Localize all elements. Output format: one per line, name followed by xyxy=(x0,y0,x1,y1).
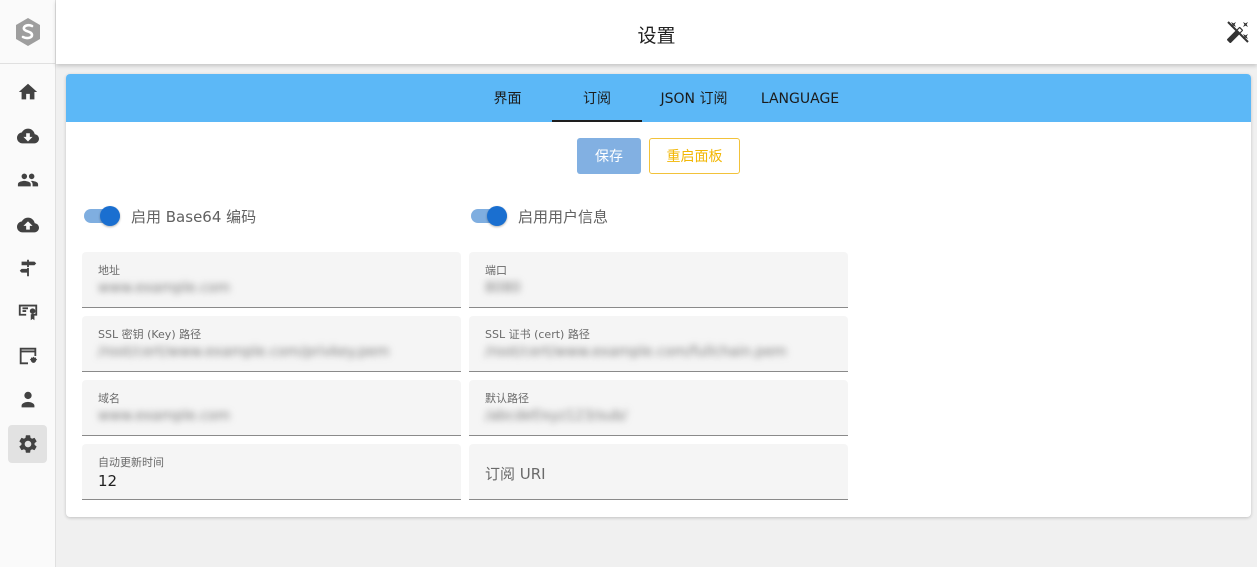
nav-item-admin[interactable] xyxy=(8,381,47,419)
app-logo-icon[interactable] xyxy=(14,17,42,47)
subscription-uri-placeholder: 订阅 URI xyxy=(485,465,546,483)
save-button[interactable]: 保存 xyxy=(577,138,641,174)
nav-item-outbounds[interactable] xyxy=(8,206,47,244)
ssl-cert-path-value: /root/cert/www.example.com/fullchain.pem xyxy=(485,344,787,360)
domain-field[interactable]: 域名 www.example.com xyxy=(82,380,461,436)
base64-switch-label: 启用 Base64 编码 xyxy=(131,207,257,226)
tab-subscription[interactable]: 订阅 xyxy=(552,74,642,122)
admin-icon xyxy=(21,391,34,408)
update-interval-label: 自动更新时间 xyxy=(98,456,164,469)
nav-item-inbounds[interactable] xyxy=(8,117,47,155)
address-label: 地址 xyxy=(98,264,120,277)
nav-item-users[interactable] xyxy=(8,161,47,199)
port-field[interactable]: 端口 8080 xyxy=(469,252,848,308)
subscription-uri-field[interactable]: 订阅 URI xyxy=(469,444,848,500)
top-app-bar: 设置 xyxy=(56,0,1257,64)
domain-label: 域名 xyxy=(98,392,120,405)
sidebar xyxy=(0,0,56,567)
user-info-switch[interactable] xyxy=(469,204,509,228)
address-field[interactable]: 地址 www.example.com xyxy=(82,252,461,308)
settings-tabs: 界面 订阅 JSON 订阅 LANGUAGE xyxy=(66,74,1251,122)
ssl-key-path-value: /root/cert/www.example.com/privkey.pem xyxy=(98,344,390,360)
port-value: 8080 xyxy=(485,280,521,296)
theme-toggle-icon xyxy=(1226,21,1249,44)
address-value: www.example.com xyxy=(98,280,231,296)
nav-item-home[interactable] xyxy=(8,73,47,111)
base64-switch[interactable] xyxy=(82,204,122,228)
ssl-cert-path-field[interactable]: SSL 证书 (cert) 路径 /root/cert/www.example.… xyxy=(469,316,848,372)
switch-thumb xyxy=(100,206,120,226)
certificate-icon xyxy=(18,304,37,321)
tab-language[interactable]: LANGUAGE xyxy=(754,74,846,122)
default-path-label: 默认路径 xyxy=(485,392,529,405)
cloud-download-icon xyxy=(16,128,39,144)
update-interval-value: 12 xyxy=(98,472,118,490)
restart-panel-button[interactable]: 重启面板 xyxy=(649,138,740,174)
base64-switch-row[interactable]: 启用 Base64 编码 xyxy=(82,204,256,228)
home-icon xyxy=(18,83,37,100)
nav-item-settings[interactable] xyxy=(8,425,47,463)
tab-interface[interactable]: 界面 xyxy=(479,74,536,122)
user-info-switch-row[interactable]: 启用用户信息 xyxy=(469,204,608,228)
domain-value: www.example.com xyxy=(98,408,231,424)
tab-json-subscription[interactable]: JSON 订阅 xyxy=(652,74,736,122)
web-settings-icon xyxy=(19,347,37,365)
nav-item-rules[interactable] xyxy=(8,249,47,287)
users-icon xyxy=(17,173,38,187)
nav-item-web-settings[interactable] xyxy=(8,337,47,375)
theme-toggle-button[interactable] xyxy=(1226,20,1250,44)
signpost-icon xyxy=(19,259,36,277)
switch-thumb xyxy=(487,206,507,226)
ssl-key-path-label: SSL 密钥 (Key) 路径 xyxy=(98,328,202,341)
port-label: 端口 xyxy=(485,264,507,277)
ssl-key-path-field[interactable]: SSL 密钥 (Key) 路径 /root/cert/www.example.c… xyxy=(82,316,461,372)
user-info-switch-label: 启用用户信息 xyxy=(518,207,609,226)
default-path-field[interactable]: 默认路径 /abcdef/xyz123/sub/ xyxy=(469,380,848,436)
nav-item-certificates[interactable] xyxy=(8,293,47,331)
settings-icon xyxy=(18,435,37,453)
sidebar-divider xyxy=(0,63,56,64)
page-title: 设置 xyxy=(637,25,676,47)
settings-card: 界面 订阅 JSON 订阅 LANGUAGE 保存 重启面板 启用 Base64… xyxy=(66,74,1251,517)
ssl-cert-path-label: SSL 证书 (cert) 路径 xyxy=(485,328,590,341)
cloud-upload-icon xyxy=(16,217,39,233)
default-path-value: /abcdef/xyz123/sub/ xyxy=(485,408,628,424)
update-interval-field[interactable]: 自动更新时间 12 xyxy=(82,444,461,500)
